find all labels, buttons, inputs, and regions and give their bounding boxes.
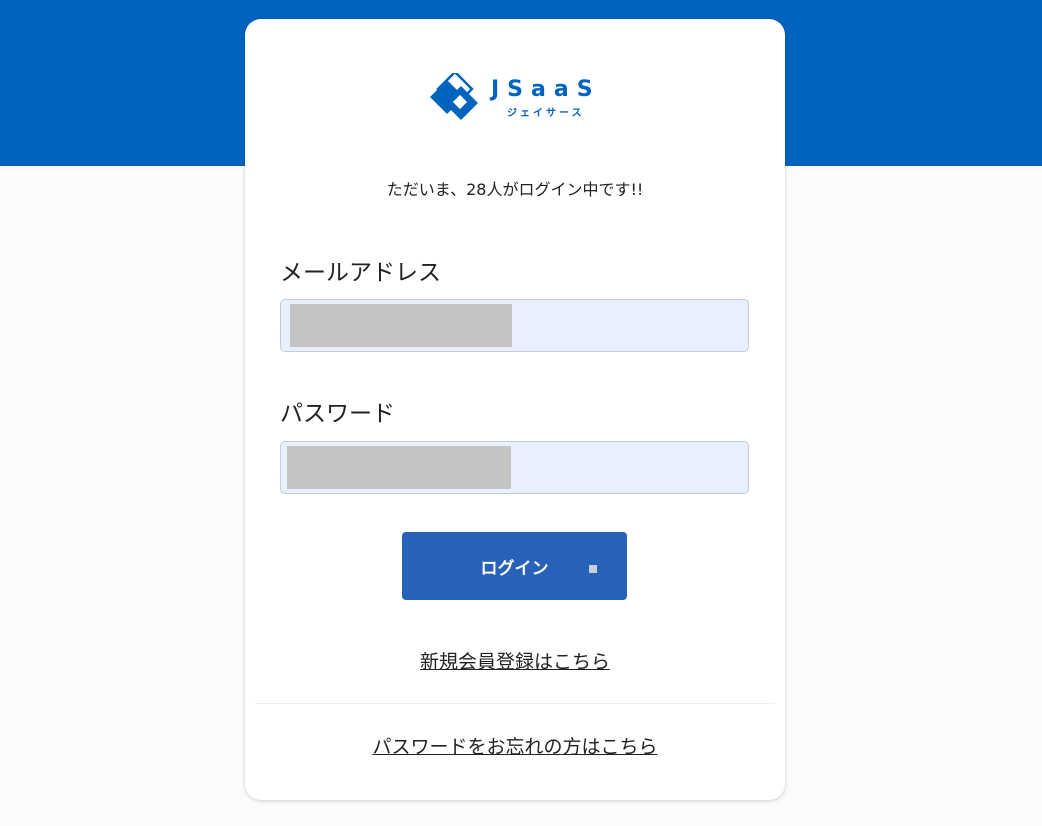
online-users-message: ただいま、28人がログイン中です!! [386,180,644,199]
jsaas-logo: JSaaS ジェイサース [429,73,609,123]
register-link[interactable]: 新規会員登録はこちら [245,647,785,674]
loading-indicator-icon [589,565,597,573]
password-label: パスワード [280,401,395,427]
forgot-password-link[interactable]: パスワードをお忘れの方はこちら [245,732,785,759]
redacted-password-value [287,446,511,489]
password-field[interactable] [280,441,749,494]
login-button[interactable]: ログイン [402,532,627,600]
login-card: JSaaS ジェイサース ただいま、28人がログイン中です!! メールアドレス … [245,19,785,800]
email-label: メールアドレス [280,260,441,286]
email-field[interactable] [280,299,749,352]
logo-wordmark: JSaaS [491,77,601,102]
divider [255,703,775,704]
logo-kana: ジェイサース [507,108,585,119]
redacted-email-value [290,304,512,347]
jsaas-logo-mark-icon [430,73,478,120]
login-button-label: ログイン [480,558,549,579]
